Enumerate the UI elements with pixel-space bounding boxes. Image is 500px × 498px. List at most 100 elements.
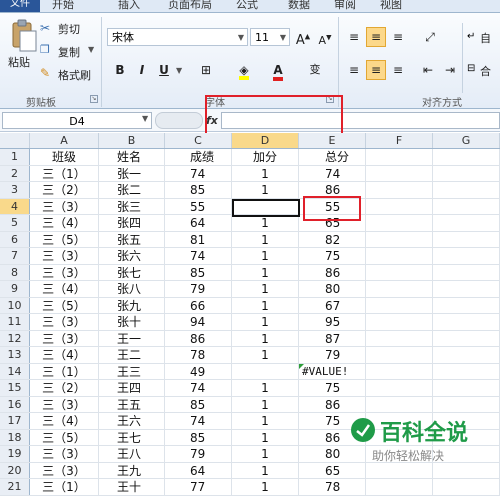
cell-e[interactable]: #VALUE! (299, 363, 366, 379)
grow-font-button[interactable]: A▲ (293, 27, 313, 48)
formula-input[interactable] (221, 112, 500, 129)
font-size-select[interactable]: 11 ▼ (250, 28, 290, 46)
paste-button[interactable] (8, 17, 38, 53)
row-header[interactable]: 16 (0, 396, 30, 412)
row-header[interactable]: 17 (0, 413, 30, 429)
cell-b[interactable]: 王四 (99, 380, 165, 396)
cell-c[interactable]: 74 (165, 165, 232, 181)
cell-a[interactable]: 三（3） (30, 446, 99, 462)
cell-e[interactable]: 82 (299, 231, 366, 247)
cell-d[interactable]: 1 (232, 248, 299, 264)
cell-e[interactable]: 87 (299, 330, 366, 346)
align-center-button[interactable]: ≡ (366, 60, 386, 80)
cell-b[interactable]: 张一 (99, 165, 165, 181)
cell-a[interactable]: 三（3） (30, 248, 99, 264)
row-header[interactable]: 19 (0, 446, 30, 462)
column-header-c[interactable]: C (165, 133, 232, 148)
cell-c[interactable]: 55 (165, 198, 232, 214)
cell-b[interactable]: 张六 (99, 248, 165, 264)
cell-c[interactable]: 77 (165, 479, 232, 495)
cell-a[interactable]: 三（4） (30, 281, 99, 297)
row-header[interactable]: 15 (0, 380, 30, 396)
cell-b[interactable]: 王九 (99, 462, 165, 478)
row-header[interactable]: 9 (0, 281, 30, 297)
cell-c[interactable]: 64 (165, 215, 232, 231)
cell-c[interactable]: 79 (165, 446, 232, 462)
cell-f[interactable] (366, 396, 433, 412)
cell-d[interactable]: 1 (232, 231, 299, 247)
cell-a[interactable]: 三（5） (30, 231, 99, 247)
cell-f[interactable] (366, 248, 433, 264)
cell-c[interactable]: 74 (165, 248, 232, 264)
cell-e[interactable]: 86 (299, 264, 366, 280)
cell-b[interactable]: 张四 (99, 215, 165, 231)
cell-g[interactable] (433, 314, 500, 330)
row-header[interactable]: 3 (0, 182, 30, 198)
cell-c[interactable]: 81 (165, 231, 232, 247)
cell-e[interactable]: 74 (299, 165, 366, 181)
cell-g[interactable] (433, 479, 500, 495)
column-header-b[interactable]: B (99, 133, 165, 148)
cell-g[interactable] (433, 198, 500, 214)
cell-e[interactable]: 80 (299, 281, 366, 297)
row-header[interactable]: 4 (0, 198, 30, 214)
tab-insert[interactable]: 插入 (118, 0, 140, 12)
cell-f[interactable] (366, 182, 433, 198)
column-header-g[interactable]: G (433, 133, 500, 148)
cell-b[interactable]: 王七 (99, 429, 165, 445)
cell-b[interactable]: 王二 (99, 347, 165, 363)
tab-data[interactable]: 数据 (288, 0, 310, 12)
tab-home[interactable]: 开始 (52, 0, 74, 12)
format-painter-button[interactable]: 格式刷 (58, 67, 91, 83)
row-header[interactable]: 12 (0, 330, 30, 346)
cell-a[interactable]: 三（5） (30, 429, 99, 445)
name-box[interactable]: D4 (2, 112, 152, 129)
clipboard-dialog-launcher[interactable]: ↘ (90, 95, 98, 103)
column-header-a[interactable]: A (30, 133, 99, 148)
cell-d[interactable]: 1 (232, 165, 299, 181)
cell-f[interactable] (366, 347, 433, 363)
cell-a[interactable]: 三（3） (30, 198, 99, 214)
cell-a[interactable]: 三（3） (30, 462, 99, 478)
cell-g[interactable] (433, 215, 500, 231)
cell-a[interactable]: 三（1） (30, 363, 99, 379)
cell-e[interactable]: 86 (299, 182, 366, 198)
cell-e[interactable]: 79 (299, 347, 366, 363)
copy-dropdown-icon[interactable]: ▼ (88, 45, 94, 54)
cell-e[interactable]: 86 (299, 396, 366, 412)
cell-b[interactable]: 张七 (99, 264, 165, 280)
cell-c[interactable]: 49 (165, 363, 232, 379)
cell-b[interactable]: 王十 (99, 479, 165, 495)
copy-button[interactable]: 复制 (58, 44, 80, 60)
cell-e[interactable]: 78 (299, 479, 366, 495)
cell-d[interactable]: 1 (232, 347, 299, 363)
row-header[interactable]: 2 (0, 165, 30, 181)
row-header[interactable]: 7 (0, 248, 30, 264)
cell-g[interactable] (433, 149, 500, 165)
cell-b[interactable]: 王八 (99, 446, 165, 462)
column-header-e[interactable]: E (299, 133, 366, 148)
italic-button[interactable]: I (132, 60, 152, 80)
cell-d[interactable] (232, 363, 299, 379)
cell-g[interactable] (433, 165, 500, 181)
cell-b[interactable]: 张九 (99, 297, 165, 313)
cell-a[interactable]: 三（2） (30, 182, 99, 198)
cell-c[interactable]: 74 (165, 413, 232, 429)
row-header[interactable]: 14 (0, 363, 30, 379)
cell-e[interactable]: 75 (299, 248, 366, 264)
cell-b[interactable]: 张五 (99, 231, 165, 247)
cell-b[interactable]: 张二 (99, 182, 165, 198)
cell-b[interactable]: 张十 (99, 314, 165, 330)
cell-f[interactable] (366, 479, 433, 495)
cell-a[interactable]: 班级 (30, 149, 99, 165)
cell-f[interactable] (366, 264, 433, 280)
cell-d[interactable]: 1 (232, 462, 299, 478)
cell-d[interactable]: 1 (232, 479, 299, 495)
cell-b[interactable]: 张三 (99, 198, 165, 214)
select-all-corner[interactable] (0, 133, 30, 148)
phonetic-button[interactable]: 变 (305, 60, 325, 80)
cell-e[interactable]: 65 (299, 215, 366, 231)
cell-e[interactable]: 95 (299, 314, 366, 330)
row-header[interactable]: 5 (0, 215, 30, 231)
shrink-font-button[interactable]: A▼ (315, 27, 335, 47)
